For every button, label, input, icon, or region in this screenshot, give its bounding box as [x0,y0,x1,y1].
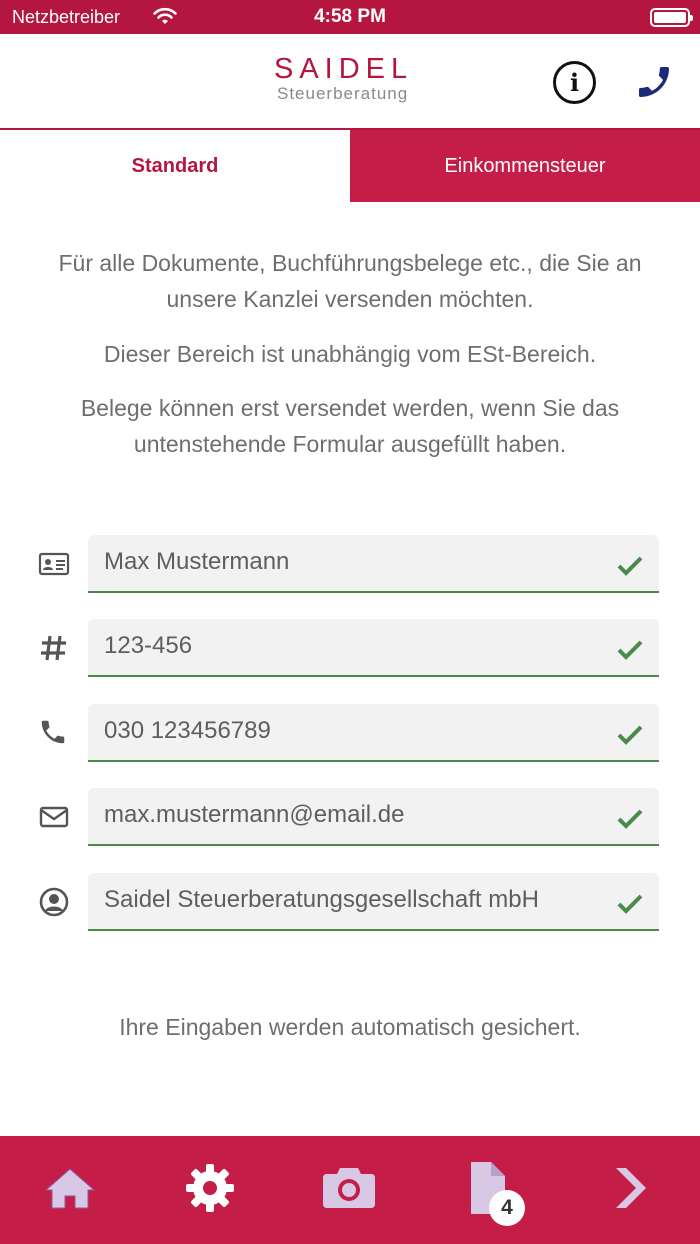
hash-icon [38,632,70,664]
camera-button[interactable] [321,1160,377,1216]
logo-brand: SAIDEL [274,53,414,85]
company-field[interactable]: Saidel Steuerberatungsgesellschaft mbH [88,873,659,931]
tab-standard[interactable]: Standard [0,130,350,202]
saidel-logo: SAIDEL Steuerberatung [274,54,419,104]
battery-icon [650,8,693,27]
chevron-right-icon [616,1168,646,1208]
check-icon [617,894,643,914]
phone-icon [38,717,70,749]
check-icon [617,725,643,745]
check-icon [617,809,643,829]
next-button[interactable] [602,1160,658,1216]
status-bar: Netzbetreiber 4:58 PM [0,0,700,34]
app-header: SAIDEL Steuerberatung i [0,34,700,130]
logo-subtitle: Steuerberatung [277,84,409,103]
documents-button[interactable]: 4 [465,1160,525,1226]
clock: 4:58 PM [314,6,386,27]
autosave-note: Ihre Eingaben werden automatisch gesiche… [119,1014,581,1040]
intro-text-independent: Dieser Bereich ist unabhängig vom ESt-Be… [103,341,597,367]
gear-icon [186,1164,234,1212]
phone-row: 030 123456789 [0,704,700,762]
documents-count-badge: 4 [489,1190,525,1226]
camera-icon [323,1168,375,1208]
home-button[interactable] [42,1160,98,1216]
number-field[interactable]: 123-456 [88,619,659,677]
email-row: max.mustermann@email.de [0,788,700,846]
user-circle-icon [38,886,70,918]
tab-einkommensteuer[interactable]: Einkommensteuer [350,130,700,202]
bottom-nav: 4 [0,1136,700,1244]
email-field[interactable]: max.mustermann@email.de [88,788,659,846]
name-field[interactable]: Max Mustermann [88,535,659,593]
phone-field[interactable]: 030 123456789 [88,704,659,762]
phone-value: 030 123456789 [104,717,271,744]
company-value: Saidel Steuerberatungsgesellschaft mbH [104,886,539,913]
phone-call-button[interactable] [634,62,674,102]
tab-bar: Standard Einkommensteuer [0,130,700,202]
name-value: Max Mustermann [104,548,290,575]
check-icon [617,640,643,660]
id-card-icon [38,548,70,580]
intro-text-form-required: Belege können erst versendet werden, wen… [80,395,620,457]
home-icon [44,1168,96,1209]
check-icon [617,556,643,576]
phone-icon [639,67,669,97]
info-icon[interactable]: i [553,61,596,104]
email-value: max.mustermann@email.de [104,801,405,828]
info-symbol: i [569,68,580,97]
intro-text-documents: Für alle Dokumente, Buchführungsbelege e… [58,250,642,312]
name-row: Max Mustermann [0,535,700,593]
number-value: 123-456 [104,632,193,659]
settings-button[interactable] [182,1160,238,1216]
company-row: Saidel Steuerberatungsgesellschaft mbH [0,873,700,931]
number-row: 123-456 [0,619,700,677]
envelope-icon [38,801,70,833]
